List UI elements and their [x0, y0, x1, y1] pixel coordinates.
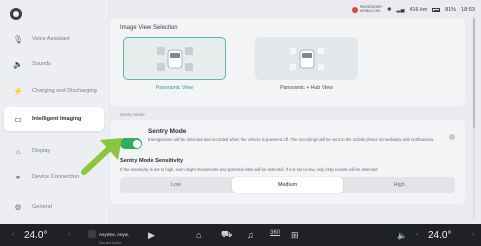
- sidebar-item-general[interactable]: ⚙ General: [4, 195, 104, 219]
- sensitivity-low-option[interactable]: Low: [120, 177, 232, 193]
- clock: 18:53: [461, 7, 475, 13]
- settings-sidebar: 🎙 Voice Assistant 🔈 Sounds ⚡ Charging an…: [0, 0, 108, 224]
- speaker-icon: 🔈: [13, 59, 23, 69]
- bottom-dock: ‹ 24.0° › Anytime, Anyw.. Second Audio ▶…: [0, 224, 481, 246]
- right-temp-down-chevron-icon[interactable]: ‹: [416, 232, 418, 238]
- sentry-mode-title: Sentry Mode: [148, 128, 187, 135]
- sun-icon: ☼: [14, 146, 22, 156]
- passenger-airbag-indicator: PASSENGER AIRBAG ON: [351, 5, 382, 14]
- play-icon[interactable]: ▶: [148, 230, 155, 241]
- image-view-title: Image View Selection: [120, 25, 178, 31]
- annotation-arrow-icon: [81, 138, 122, 175]
- camera-360-icon[interactable]: 360: [270, 230, 280, 236]
- sensitivity-title: Sentry Mode Sensitivity: [120, 158, 184, 164]
- left-temp-down-chevron-icon[interactable]: ‹: [12, 232, 14, 238]
- scrollbar[interactable]: [473, 18, 475, 220]
- sidebar-item-label: Voice Assistant: [32, 35, 70, 42]
- panoramic-view-card[interactable]: [123, 37, 226, 80]
- microphone-icon: 🎙: [12, 34, 24, 44]
- panoramic-view-label[interactable]: Panoramic View: [123, 85, 226, 91]
- car-topview-icon: [156, 46, 193, 71]
- link-icon: ⚭: [14, 172, 22, 182]
- settings-content: Image View Selection Panoramic View Pano…: [110, 18, 465, 224]
- home-icon[interactable]: [10, 8, 22, 20]
- sentry-mode-panel: Sentry Mode Emergencies will be detected…: [110, 120, 465, 204]
- sensitivity-high-option[interactable]: High: [343, 177, 455, 193]
- signal-icon: ▂▄: [396, 7, 405, 13]
- battery-icon: [432, 8, 441, 12]
- charging-icon: ⚡: [13, 86, 23, 96]
- gear-icon: ⚙: [14, 202, 22, 212]
- sensitivity-medium-option[interactable]: Medium: [231, 177, 344, 193]
- volume-icon[interactable]: 🔈: [397, 231, 407, 240]
- car-icon[interactable]: ⛟: [221, 229, 232, 241]
- home-icon[interactable]: ⌂: [196, 230, 201, 240]
- sidebar-item-label: Display: [32, 147, 51, 154]
- apps-grid-icon[interactable]: ⊞: [291, 230, 299, 241]
- right-temp-up-chevron-icon[interactable]: ›: [472, 232, 474, 238]
- sidebar-item-charging[interactable]: ⚡ Charging and Discharging: [4, 79, 104, 103]
- sidebar-item-sounds[interactable]: 🔈 Sounds: [4, 52, 104, 76]
- camera-icon: ▭: [14, 114, 22, 124]
- panoramic-hub-view-label[interactable]: Panoramic + Hub View: [255, 85, 358, 91]
- album-art: [88, 230, 96, 238]
- left-temp-up-chevron-icon[interactable]: ›: [68, 232, 70, 238]
- sidebar-item-label: Charging and Discharging: [32, 87, 97, 94]
- info-icon[interactable]: ›: [449, 134, 455, 140]
- sidebar-item-intelligent-imaging[interactable]: ▭ Intelligent Imaging: [4, 107, 104, 131]
- image-view-panel: Image View Selection Panoramic View Pano…: [110, 18, 465, 106]
- sentry-section-label: Sentry Mode: [120, 112, 145, 117]
- sensitivity-description: If the sensitivity is set to high, even …: [120, 167, 378, 172]
- bluetooth-icon: ✱: [387, 7, 392, 13]
- status-bar: PASSENGER AIRBAG ON ✱ ▂▄ 416 km 81% 18:5…: [351, 3, 475, 17]
- scrollbar-thumb[interactable]: [473, 18, 475, 128]
- airbag-icon: [351, 7, 358, 13]
- sentry-mode-description: Emergencies will be detected and recorde…: [148, 137, 435, 142]
- sensitivity-selector: Low Medium High: [120, 177, 455, 193]
- sidebar-item-label: Intelligent Imaging: [32, 115, 82, 122]
- car-hub-view-icon: [288, 46, 325, 71]
- sidebar-item-label: Device Connection: [32, 173, 79, 180]
- music-icon[interactable]: ♫: [247, 230, 254, 240]
- range-text: 416 km: [409, 7, 428, 13]
- battery-percent: 81%: [445, 7, 456, 13]
- sidebar-item-voice-assistant[interactable]: 🎙 Voice Assistant: [4, 27, 104, 51]
- media-subtitle: Second Audio: [99, 241, 122, 245]
- left-temperature[interactable]: 24.0°: [24, 230, 47, 241]
- sidebar-item-label: Sounds: [32, 60, 51, 67]
- panoramic-hub-view-card[interactable]: [255, 37, 358, 80]
- media-title: Anytime, Anyw..: [99, 232, 130, 237]
- sidebar-item-label: General: [32, 203, 52, 210]
- right-temperature[interactable]: 24.0°: [428, 230, 451, 241]
- airbag-status-line2: AIRBAG ON: [359, 9, 380, 13]
